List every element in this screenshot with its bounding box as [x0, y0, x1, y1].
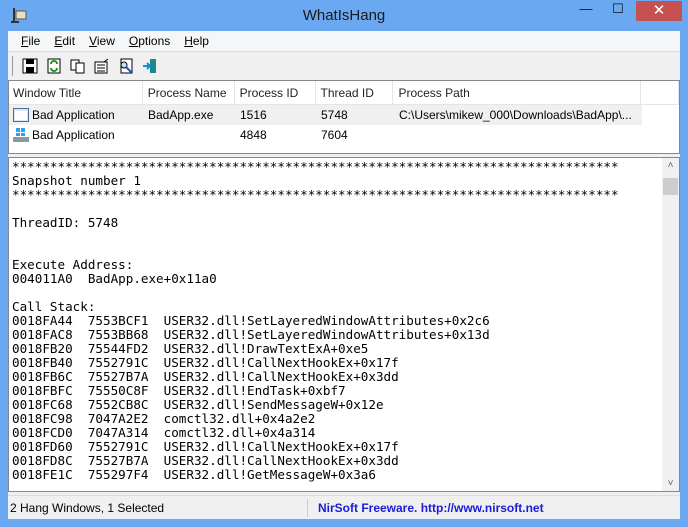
window-title-cell: Bad Application: [32, 108, 115, 122]
scroll-up-icon[interactable]: ˄: [662, 160, 679, 171]
process-name-cell: BadApp.exe: [143, 105, 235, 125]
process-id-cell: 1516: [235, 105, 316, 125]
report-line: 0018FC68 7552CB8C USER32.dll!SendMessage…: [12, 397, 384, 412]
column-window-title[interactable]: Window Title: [9, 81, 143, 104]
menu-edit[interactable]: Edit: [47, 34, 82, 48]
process-id-cell: 4848: [240, 128, 267, 142]
hang-windows-list: Window Title Process Name Process ID Thr…: [8, 80, 680, 154]
list-header: Window Title Process Name Process ID Thr…: [9, 81, 679, 105]
report-line: ****************************************…: [12, 159, 619, 174]
report-line: Snapshot number 1: [12, 173, 141, 188]
report-line: 0018FD60 7552791C USER32.dll!CallNextHoo…: [12, 439, 399, 454]
save-icon[interactable]: [21, 57, 39, 75]
app-window-icon: [13, 128, 29, 142]
minimize-button[interactable]: —: [572, 1, 600, 21]
menu-bar: File Edit View Options Help: [8, 31, 680, 51]
copy-icon[interactable]: [69, 57, 87, 75]
report-line: 0018FBFC 75550C8F USER32.dll!EndTask+0xb…: [12, 383, 346, 398]
nirsoft-link[interactable]: NirSoft Freeware. http://www.nirsoft.net: [308, 501, 544, 515]
menu-view[interactable]: View: [82, 34, 122, 48]
column-thread-id[interactable]: Thread ID: [316, 81, 394, 104]
column-filler: [641, 81, 679, 104]
menu-file[interactable]: File: [14, 34, 47, 48]
window-title-cell: Bad Application: [32, 128, 115, 142]
main-window: File Edit View Options Help Window Title…: [8, 31, 680, 519]
close-button[interactable]: ✕: [636, 1, 682, 21]
report-line: 0018FB6C 75527B7A USER32.dll!CallNextHoo…: [12, 369, 399, 384]
scroll-thumb[interactable]: [663, 178, 678, 195]
report-line: Call Stack:: [12, 299, 96, 314]
toolbar-grip: [12, 55, 13, 76]
report-line: 0018FC98 7047A2E2 comctl32.dll+0x4a2e2: [12, 411, 316, 426]
report-line: 0018FD8C 75527B7A USER32.dll!CallNextHoo…: [12, 453, 399, 468]
maximize-button[interactable]: ☐: [604, 1, 632, 21]
properties-icon[interactable]: [93, 57, 111, 75]
process-path-cell: C:\Users\mikew_000\Downloads\BadApp\...: [394, 105, 642, 125]
report-line: 0018FA44 7553BCF1 USER32.dll!SetLayeredW…: [12, 313, 490, 328]
report-line: [12, 230, 619, 244]
refresh-icon[interactable]: [45, 57, 63, 75]
exit-icon[interactable]: [141, 57, 159, 75]
title-bar: WhatIsHang — ☐ ✕: [0, 0, 688, 31]
report-line: 0018FB40 7552791C USER32.dll!CallNextHoo…: [12, 355, 399, 370]
report-line: ThreadID: 5748: [12, 215, 119, 230]
list-row[interactable]: Bad Application 4848 7604: [9, 125, 679, 145]
status-bar: 2 Hang Windows, 1 Selected NirSoft Freew…: [8, 495, 680, 519]
report-line: Execute Address:: [12, 257, 134, 272]
process-path-cell: [394, 125, 642, 145]
thread-id-cell: 7604: [321, 128, 348, 142]
column-process-name[interactable]: Process Name: [143, 81, 235, 104]
list-row[interactable]: Bad Application BadApp.exe 1516 5748 C:\…: [9, 105, 679, 125]
report-line: 0018FAC8 7553BB68 USER32.dll!SetLayeredW…: [12, 327, 490, 342]
window-icon: [13, 108, 29, 122]
vertical-scrollbar[interactable]: ˄ ˅: [662, 158, 679, 491]
status-count: 2 Hang Windows, 1 Selected: [8, 498, 308, 517]
scroll-down-icon[interactable]: ˅: [662, 478, 679, 489]
report-line: 0018FE1C 755297F4 USER32.dll!GetMessageW…: [12, 467, 376, 482]
report-line: [12, 202, 619, 216]
menu-help[interactable]: Help: [177, 34, 216, 48]
report-text: ****************************************…: [12, 160, 619, 482]
process-name-cell: [143, 125, 235, 145]
toolbar: [8, 51, 680, 79]
report-line: [12, 244, 619, 258]
column-process-path[interactable]: Process Path: [393, 81, 642, 104]
report-line: 004011A0 BadApp.exe+0x11a0: [12, 271, 217, 286]
report-line: ****************************************…: [12, 187, 619, 202]
report-line: 0018FB20 75544FD2 USER32.dll!DrawTextExA…: [12, 341, 369, 356]
thread-id-cell: 5748: [316, 105, 394, 125]
column-process-id[interactable]: Process ID: [235, 81, 316, 104]
report-line: [12, 286, 619, 300]
menu-options[interactable]: Options: [122, 34, 177, 48]
find-icon[interactable]: [117, 57, 135, 75]
report-line: 0018FCD0 7047A314 comctl32.dll+0x4a314: [12, 425, 316, 440]
report-text-area[interactable]: ****************************************…: [8, 157, 680, 492]
